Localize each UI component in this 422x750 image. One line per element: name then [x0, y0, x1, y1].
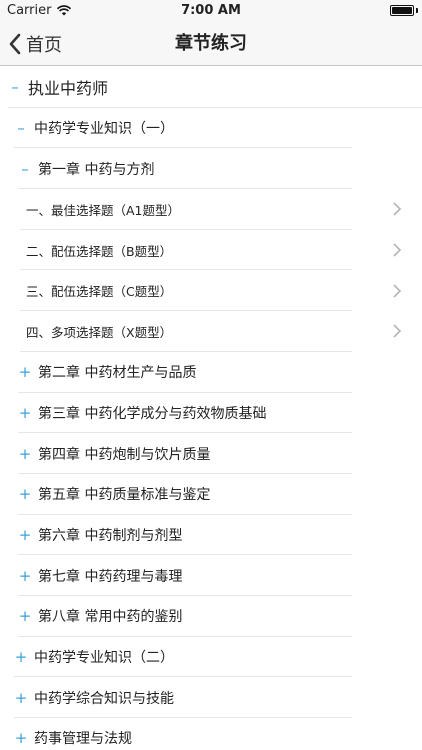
chevron-right-icon [393, 243, 402, 257]
tree-node-row[interactable]: + 药事管理与法规 [0, 718, 422, 750]
tree-node-label: 执业中药师 [28, 79, 109, 99]
tree-node-label: 中药学综合知识与技能 [34, 690, 174, 707]
collapse-minus-icon[interactable]: – [14, 119, 28, 137]
expand-plus-icon[interactable]: + [14, 648, 28, 666]
tree-node-row[interactable]: + 中药学专业知识（二） [0, 637, 422, 678]
tree-node-label: 第六章 中药制剂与剂型 [38, 527, 183, 544]
tree-node-row[interactable]: + 第六章 中药制剂与剂型 [0, 515, 422, 556]
tree-node-label: 一、最佳选择题（A1题型） [26, 202, 181, 218]
page-title: 章节练习 [175, 33, 247, 54]
chevron-left-icon [9, 33, 21, 55]
battery-icon [390, 5, 414, 16]
tree-node-row[interactable]: + 中药学综合知识与技能 [0, 677, 422, 718]
tree-node-label: 第三章 中药化学成分与药效物质基础 [38, 405, 267, 422]
expand-plus-icon[interactable]: + [18, 526, 32, 544]
tree-node-label: 第七章 中药药理与毒理 [38, 568, 183, 585]
tree-node-label: 四、多项选择题（X题型） [26, 324, 173, 340]
expand-plus-icon[interactable]: + [18, 485, 32, 503]
back-button-label: 首页 [26, 35, 62, 56]
tree-node-label: 中药学专业知识（一） [34, 121, 174, 138]
tree-node-label: 第一章 中药与方剂 [38, 161, 155, 178]
question-type-row[interactable]: 三、配伍选择题（C题型） [0, 270, 422, 312]
tree-node-row[interactable]: + 第三章 中药化学成分与药效物质基础 [0, 393, 422, 434]
tree-node-label: 第五章 中药质量标准与鉴定 [38, 487, 211, 504]
tree-node-label: 三、配伍选择题（C题型） [26, 284, 173, 300]
battery-tip [416, 8, 418, 13]
question-type-row[interactable]: 一、最佳选择题（A1题型） [0, 189, 422, 230]
expand-plus-icon[interactable]: + [14, 729, 28, 747]
chapter-tree: – 执业中药师 – 中药学专业知识（一） – 第一章 中药与方剂 一、最佳选择题（A1题型）… [0, 67, 422, 750]
question-type-row[interactable]: 二、配伍选择题（B题型） [0, 230, 422, 271]
tree-node-row[interactable]: – 中药学专业知识（一） [0, 108, 422, 149]
status-bar: Carrier 7:00 AM [0, 0, 422, 22]
collapse-minus-icon[interactable]: – [8, 78, 22, 96]
tree-node-row[interactable]: + 第二章 中药材生产与品质 [0, 352, 422, 393]
expand-plus-icon[interactable]: + [18, 445, 32, 463]
question-type-row[interactable]: 四、多项选择题（X题型） [0, 311, 422, 352]
navigation-bar: 章节练习 首页 [0, 22, 422, 66]
expand-plus-icon[interactable]: + [18, 567, 32, 585]
tree-node-row[interactable]: + 第八章 常用中药的鉴别 [0, 596, 422, 637]
collapse-minus-icon[interactable]: – [18, 160, 32, 178]
tree-node-row[interactable]: + 第七章 中药药理与毒理 [0, 555, 422, 596]
tree-node-row[interactable]: – 第一章 中药与方剂 [0, 148, 422, 190]
tree-node-row[interactable]: – 执业中药师 [0, 67, 422, 108]
chevron-right-icon [393, 284, 402, 298]
chevron-right-icon [393, 202, 402, 216]
expand-plus-icon[interactable]: + [18, 607, 32, 625]
tree-node-row[interactable]: + 第四章 中药炮制与饮片质量 [0, 433, 422, 474]
expand-plus-icon[interactable]: + [18, 404, 32, 422]
expand-plus-icon[interactable]: + [18, 363, 32, 381]
expand-plus-icon[interactable]: + [14, 689, 28, 707]
tree-node-label: 第四章 中药炮制与饮片质量 [38, 446, 211, 463]
tree-node-label: 二、配伍选择题（B题型） [26, 243, 173, 259]
tree-node-label: 第二章 中药材生产与品质 [38, 365, 197, 382]
back-button[interactable]: 首页 [8, 22, 62, 66]
tree-node-label: 药事管理与法规 [34, 731, 132, 748]
tree-node-label: 第八章 常用中药的鉴别 [38, 609, 183, 626]
tree-node-row[interactable]: + 第五章 中药质量标准与鉴定 [0, 474, 422, 515]
chevron-right-icon [393, 324, 402, 339]
status-time: 7:00 AM [181, 3, 241, 18]
tree-node-label: 中药学专业知识（二） [34, 649, 174, 666]
